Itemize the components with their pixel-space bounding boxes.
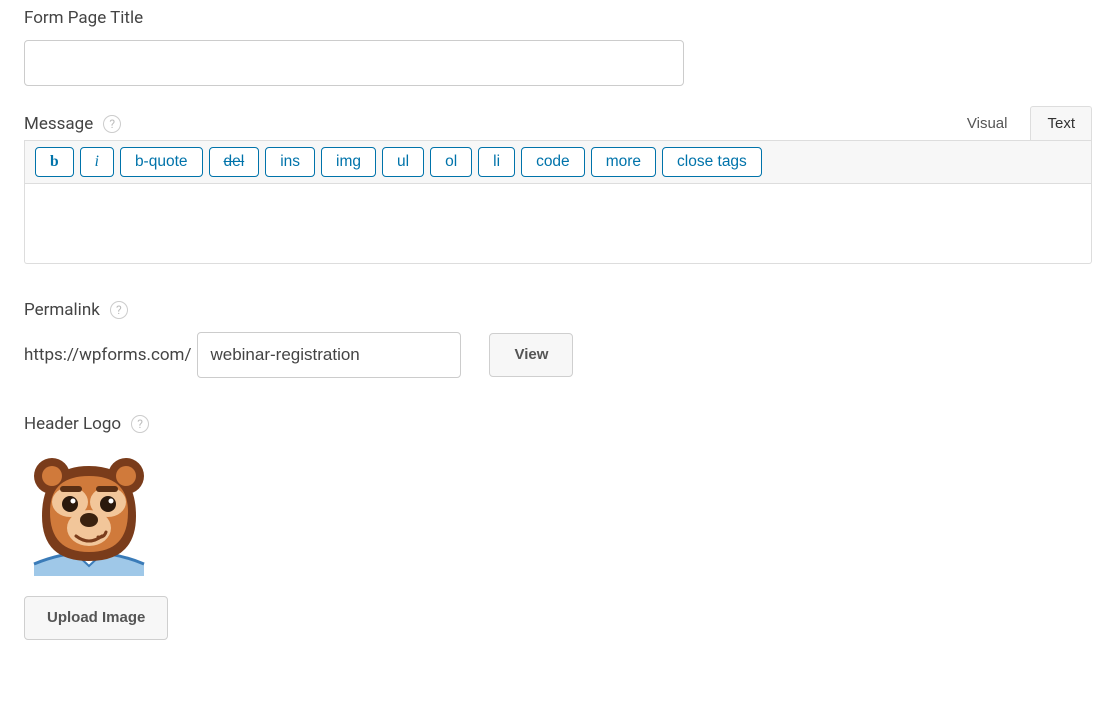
qtag-li[interactable]: li <box>478 147 515 177</box>
help-icon[interactable]: ? <box>131 415 149 433</box>
permalink-slug-input[interactable] <box>197 332 461 378</box>
qtag-bquote[interactable]: b-quote <box>120 147 203 177</box>
qtag-more[interactable]: more <box>591 147 656 177</box>
form-page-title-input[interactable] <box>24 40 684 86</box>
view-button[interactable]: View <box>489 333 573 377</box>
qtag-ul[interactable]: ul <box>382 147 424 177</box>
tab-text[interactable]: Text <box>1030 106 1092 140</box>
header-logo-label: Header Logo ? <box>24 414 1092 434</box>
permalink-prefix: https://wpforms.com/ <box>24 345 191 365</box>
qtag-close[interactable]: close tags <box>662 147 762 177</box>
help-icon[interactable]: ? <box>110 301 128 319</box>
editor-tabs: Visual Text <box>950 106 1092 140</box>
label-text: Message <box>24 114 93 134</box>
header-logo-preview[interactable] <box>24 446 154 576</box>
help-icon[interactable]: ? <box>103 115 121 133</box>
qtag-i[interactable]: i <box>80 147 114 177</box>
qtag-code[interactable]: code <box>521 147 585 177</box>
permalink-label: Permalink ? <box>24 300 1092 320</box>
qtag-ol[interactable]: ol <box>430 147 472 177</box>
form-page-title-label: Form Page Title <box>24 8 1092 28</box>
label-text: Form Page Title <box>24 8 143 28</box>
tab-visual[interactable]: Visual <box>950 106 1025 140</box>
qtag-img[interactable]: img <box>321 147 376 177</box>
mascot-icon <box>24 446 154 576</box>
form-pages-settings: Form Page Title Message ? Visual Text b … <box>0 0 1116 664</box>
message-textarea[interactable] <box>25 184 1091 263</box>
qtag-del[interactable]: del <box>209 147 260 177</box>
upload-image-button[interactable]: Upload Image <box>24 596 168 640</box>
qtag-ins[interactable]: ins <box>265 147 315 177</box>
label-text: Permalink <box>24 300 100 320</box>
quicktags-toolbar: b i b-quote del ins img ul ol li code mo… <box>24 140 1092 184</box>
label-text: Header Logo <box>24 414 121 434</box>
message-editor-body <box>24 184 1092 264</box>
message-label: Message ? <box>24 114 121 140</box>
qtag-b[interactable]: b <box>35 147 74 177</box>
